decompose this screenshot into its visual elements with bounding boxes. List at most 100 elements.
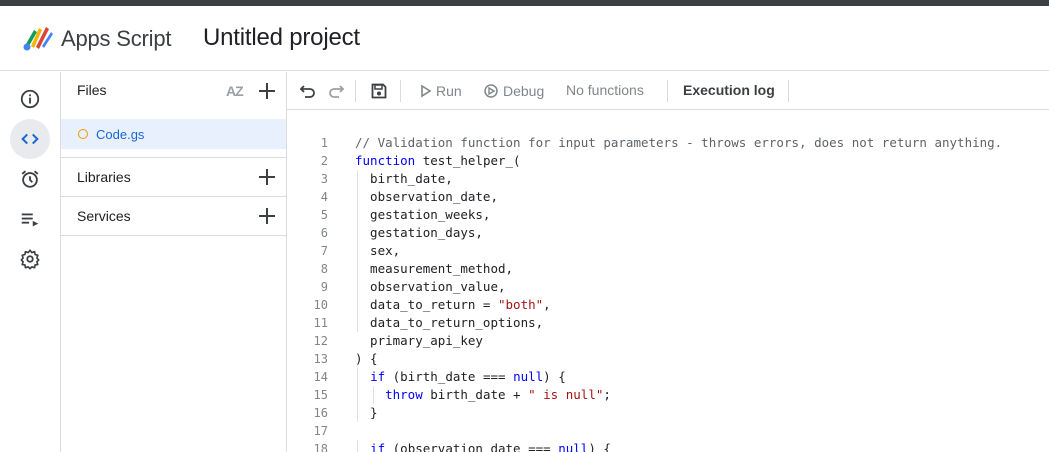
function-select[interactable]: No functions [566, 82, 644, 98]
toolbar-separator [788, 80, 789, 102]
line-source: data_to_return_options, [355, 315, 544, 330]
code-line[interactable]: 15 throw birth_date + " is null"; [287, 386, 1049, 404]
left-nav-rail [0, 72, 61, 452]
app-name: Apps Script [61, 26, 172, 51]
unsaved-dot-icon [78, 129, 88, 139]
code-line[interactable]: 7 sex, [287, 242, 1049, 260]
redo-icon [329, 85, 345, 98]
line-number: 7 [320, 244, 328, 258]
code-line[interactable]: 5 gestation_weeks, [287, 206, 1049, 224]
code-line[interactable]: 13 ) { [287, 350, 1049, 368]
plus-icon [259, 83, 275, 99]
run-button[interactable]: Run [420, 80, 462, 102]
code-line[interactable]: 8 measurement_method, [287, 260, 1049, 278]
toolbar-separator [355, 80, 356, 102]
apps-script-logo-icon[interactable] [22, 24, 54, 52]
triggers-nav-button[interactable] [10, 159, 50, 199]
files-panel: Files AZ Code.gs Libraries Services [61, 72, 287, 452]
save-icon [371, 83, 387, 99]
line-number: 17 [313, 424, 328, 438]
code-icon [21, 133, 39, 145]
line-source: data_to_return = "both", [355, 297, 551, 312]
libraries-section: Libraries [61, 158, 287, 196]
line-number: 3 [320, 172, 328, 186]
line-number: 13 [313, 352, 328, 366]
code-line[interactable]: 9 observation_value, [287, 278, 1049, 296]
undo-button[interactable] [297, 80, 319, 102]
code-line[interactable]: 10 data_to_return = "both", [287, 296, 1049, 314]
line-source: gestation_weeks, [355, 207, 491, 222]
services-label: Services [77, 208, 131, 224]
line-source: observation_date, [355, 189, 498, 204]
run-label: Run [436, 83, 462, 99]
line-number: 12 [313, 334, 328, 348]
line-source: if (observation_date === null) { [370, 441, 611, 452]
line-number: 8 [320, 262, 328, 276]
line-source: // Validation function for input paramet… [355, 135, 1003, 150]
line-source: function test_helper_( [355, 153, 521, 168]
line-source: sex, [355, 243, 401, 258]
code-line[interactable]: 4 observation_date, [287, 188, 1049, 206]
code-line[interactable]: 17 [287, 422, 1049, 440]
line-number: 16 [313, 406, 328, 420]
info-icon [20, 89, 40, 109]
app-header: Apps Script Untitled project [0, 6, 1049, 71]
file-name: Code.gs [96, 127, 145, 142]
undo-icon [299, 85, 315, 98]
services-section: Services [61, 197, 287, 235]
line-source: ) { [355, 351, 378, 366]
code-line[interactable]: 18 if (observation_date === null) { [287, 440, 1049, 452]
files-header: Files AZ [61, 72, 287, 110]
line-source: if (birth_date === null) { [370, 369, 566, 384]
redo-button[interactable] [325, 80, 347, 102]
code-line[interactable]: 1 // Validation function for input parame… [287, 134, 1049, 152]
settings-nav-button[interactable] [10, 239, 50, 279]
executions-nav-button[interactable] [10, 199, 50, 239]
code-line[interactable]: 3 birth_date, [287, 170, 1049, 188]
code-editor[interactable]: 1 // Validation function for input parame… [287, 111, 1049, 452]
save-button[interactable] [368, 80, 390, 102]
plus-icon [259, 208, 275, 224]
line-source: measurement_method, [355, 261, 514, 276]
code-line[interactable]: 11 data_to_return_options, [287, 314, 1049, 332]
plus-icon [259, 169, 275, 185]
line-number: 2 [320, 154, 328, 168]
sort-az-button[interactable]: AZ [226, 83, 244, 99]
line-number: 1 [320, 136, 328, 150]
line-number: 18 [313, 442, 328, 452]
play-icon [421, 84, 432, 98]
libraries-label: Libraries [77, 169, 131, 185]
line-number: 10 [313, 298, 328, 312]
code-line[interactable]: 12 primary_api_key [287, 332, 1049, 350]
line-source: } [355, 405, 378, 420]
toolbar-separator [400, 80, 401, 102]
project-title[interactable]: Untitled project [203, 24, 360, 52]
line-number: 5 [320, 208, 328, 222]
divider [61, 235, 287, 236]
line-source: primary_api_key [355, 333, 483, 348]
editor-toolbar: Run Debug No functions Execution log [287, 72, 1049, 110]
debug-button[interactable]: Debug [483, 80, 544, 102]
code-line[interactable]: 6 gestation_days, [287, 224, 1049, 242]
code-line[interactable]: 14 if (birth_date === null) { [287, 368, 1049, 386]
line-source: gestation_days, [355, 225, 483, 240]
files-label: Files [77, 82, 107, 98]
add-file-button[interactable] [255, 79, 279, 103]
line-number: 15 [313, 388, 328, 402]
line-number: 11 [313, 316, 328, 330]
line-number: 9 [320, 280, 328, 294]
add-library-button[interactable] [255, 165, 279, 189]
executions-icon [21, 213, 39, 227]
file-item-code-gs[interactable]: Code.gs [61, 119, 286, 149]
code-line[interactable]: 2 function test_helper_( [287, 152, 1049, 170]
line-source: throw birth_date + " is null"; [385, 387, 611, 402]
execution-log-button[interactable]: Execution log [683, 82, 775, 98]
code-line[interactable]: 16 } [287, 404, 1049, 422]
line-source: birth_date, [355, 171, 453, 186]
line-number: 4 [320, 190, 328, 204]
gear-icon [20, 249, 40, 270]
overview-nav-button[interactable] [10, 79, 50, 119]
add-service-button[interactable] [255, 204, 279, 228]
editor-nav-button[interactable] [10, 119, 50, 159]
line-number: 14 [313, 370, 328, 384]
